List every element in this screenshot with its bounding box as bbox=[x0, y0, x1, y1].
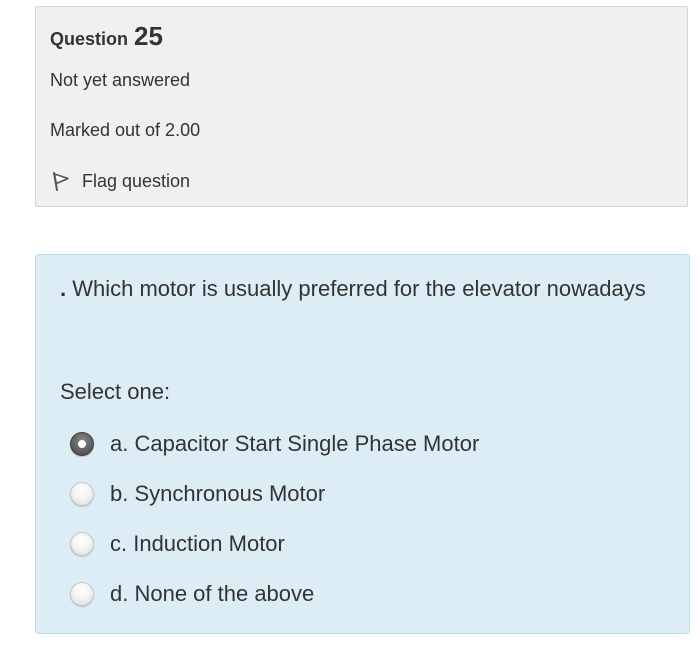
radio-button[interactable] bbox=[70, 532, 94, 556]
radio-button[interactable] bbox=[70, 582, 94, 606]
answer-label[interactable]: a. Capacitor Start Single Phase Motor bbox=[110, 431, 479, 457]
answer-option-a[interactable]: a. Capacitor Start Single Phase Motor bbox=[70, 419, 670, 469]
answer-option-d[interactable]: d. None of the above bbox=[70, 569, 670, 619]
answer-label[interactable]: b. Synchronous Motor bbox=[110, 481, 325, 507]
flag-question-label: Flag question bbox=[82, 170, 191, 191]
radio-button[interactable] bbox=[70, 482, 94, 506]
answer-label[interactable]: c. Induction Motor bbox=[110, 531, 285, 557]
answer-options: a. Capacitor Start Single Phase Motor b.… bbox=[70, 419, 670, 619]
question-heading: Question 25 bbox=[50, 21, 163, 52]
question-state: Not yet answered bbox=[50, 70, 191, 90]
question-content-panel: . Which motor is usually preferred for t… bbox=[35, 254, 690, 634]
question-body: Which motor is usually preferred for the… bbox=[66, 276, 646, 301]
flag-icon bbox=[50, 170, 72, 192]
answer-option-c[interactable]: c. Induction Motor bbox=[70, 519, 670, 569]
question-text: . Which motor is usually preferred for t… bbox=[60, 271, 650, 306]
flag-question-link[interactable]: Flag question bbox=[50, 168, 190, 194]
radio-button[interactable] bbox=[70, 432, 94, 456]
select-one-prompt: Select one: bbox=[60, 379, 171, 404]
question-number: 25 bbox=[134, 21, 163, 51]
answer-option-b[interactable]: b. Synchronous Motor bbox=[70, 469, 670, 519]
question-grade: Marked out of 2.00 bbox=[50, 120, 201, 140]
question-word: Question bbox=[50, 29, 129, 49]
question-info-panel: Question 25 Not yet answered Marked out o… bbox=[35, 6, 688, 207]
answer-label[interactable]: d. None of the above bbox=[110, 581, 314, 607]
